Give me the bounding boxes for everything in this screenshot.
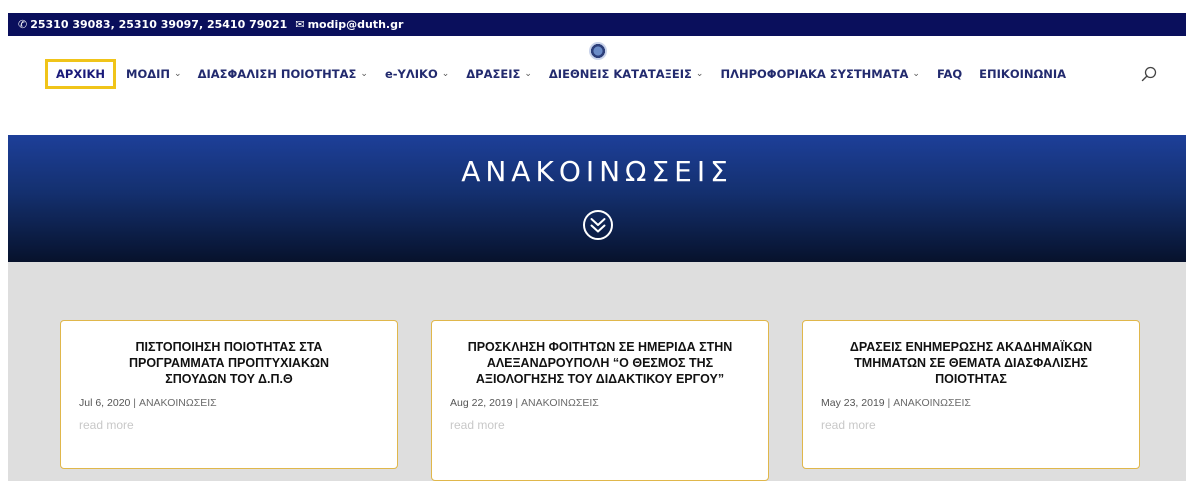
- nav-item-label: ΔΙΕΘΝΕΙΣ ΚΑΤΑΤΑΞΕΙΣ: [548, 67, 692, 81]
- nav-item-label: ΜΟΔΙΠ: [126, 67, 171, 81]
- chevron-down-icon: ⌄: [360, 69, 368, 79]
- post-title[interactable]: ΠΡΟΣΚΛΗΣΗ ΦΟΙΤΗΤΩΝ ΣΕ ΗΜΕΡΙΔΑ ΣΤΗΝ ΑΛΕΞΑ…: [450, 337, 750, 387]
- envelope-icon: ✉: [295, 18, 305, 31]
- search-icon[interactable]: [1141, 66, 1157, 82]
- read-more-link[interactable]: read more: [79, 418, 379, 432]
- nav-item-faq[interactable]: FAQ: [937, 67, 962, 81]
- nav-item-e-material[interactable]: e-ΥΛΙΚΟ ⌄: [385, 67, 449, 81]
- main-navigation: ΑΡΧΙΚΗ ΜΟΔΙΠ ⌄ ΔΙΑΣΦΑΛΙΣΗ ΠΟΙΟΤΗΤΑΣ ⌄ e-…: [8, 36, 1186, 135]
- post-date: Jul 6, 2020: [79, 397, 131, 409]
- nav-menu: ΑΡΧΙΚΗ ΜΟΔΙΠ ⌄ ΔΙΑΣΦΑΛΙΣΗ ΠΟΙΟΤΗΤΑΣ ⌄ e-…: [45, 59, 1066, 89]
- nav-item-international-rankings[interactable]: ΔΙΕΘΝΕΙΣ ΚΑΤΑΤΑΞΕΙΣ ⌄: [549, 67, 704, 81]
- nav-item-label: FAQ: [936, 67, 963, 81]
- post-card[interactable]: ΠΡΟΣΚΛΗΣΗ ΦΟΙΤΗΤΩΝ ΣΕ ΗΜΕΡΙΔΑ ΣΤΗΝ ΑΛΕΞΑ…: [431, 320, 769, 481]
- meta-separator: |: [130, 397, 139, 409]
- posts-section: ΠΙΣΤΟΠΟΙΗΣΗ ΠΟΙΟΤΗΤΑΣ ΣΤΑ ΠΡΟΓΡΑΜΜΑΤΑ ΠΡ…: [8, 262, 1186, 481]
- post-meta: Aug 22, 2019 | ΑΝΑΚΟΙΝΩΣΕΙΣ: [450, 397, 750, 409]
- post-title[interactable]: ΔΡΑΣΕΙΣ ΕΝΗΜΕΡΩΣΗΣ ΑΚΑΔΗΜΑΪΚΩΝ ΤΜΗΜΑΤΩΝ …: [821, 337, 1121, 387]
- chevron-down-icon: ⌄: [524, 69, 532, 79]
- nav-item-home[interactable]: ΑΡΧΙΚΗ: [45, 59, 117, 89]
- chevron-down-icon: ⌄: [695, 69, 704, 79]
- post-card[interactable]: ΔΡΑΣΕΙΣ ΕΝΗΜΕΡΩΣΗΣ ΑΚΑΔΗΜΑΪΚΩΝ ΤΜΗΜΑΤΩΝ …: [802, 320, 1140, 469]
- post-card[interactable]: ΠΙΣΤΟΠΟΙΗΣΗ ΠΟΙΟΤΗΤΑΣ ΣΤΑ ΠΡΟΓΡΑΜΜΑΤΑ ΠΡ…: [60, 320, 398, 469]
- post-category[interactable]: ΑΝΑΚΟΙΝΩΣΕΙΣ: [893, 397, 971, 409]
- phone-numbers: 25310 39083, 25310 39097, 25410 79021: [30, 18, 288, 31]
- page-title: ΑΝΑΚΟΙΝΩΣΕΙΣ: [461, 155, 733, 188]
- post-category[interactable]: ΑΝΑΚΟΙΝΩΣΕΙΣ: [521, 397, 599, 409]
- double-chevron-down-circle-icon[interactable]: [582, 209, 614, 241]
- nav-item-label: ΠΛΗΡΟΦΟΡΙΑΚΑ ΣΥΣΤΗΜΑΤΑ: [720, 67, 909, 81]
- nav-item-actions[interactable]: ΔΡΑΣΕΙΣ ⌄: [466, 67, 532, 81]
- email-address: modip@duth.gr: [307, 18, 404, 31]
- nav-item-label: ΔΙΑΣΦΑΛΙΣΗ ΠΟΙΟΤΗΤΑΣ: [197, 67, 357, 81]
- nav-item-label: e-ΥΛΙΚΟ: [384, 67, 438, 81]
- nav-item-label: ΑΡΧΙΚΗ: [56, 67, 106, 81]
- nav-item-label: ΔΡΑΣΕΙΣ: [466, 67, 521, 81]
- post-title[interactable]: ΠΙΣΤΟΠΟΙΗΣΗ ΠΟΙΟΤΗΤΑΣ ΣΤΑ ΠΡΟΓΡΑΜΜΑΤΑ ΠΡ…: [79, 337, 379, 387]
- post-date: May 23, 2019: [821, 397, 885, 409]
- phone-contact[interactable]: ✆ 25310 39083, 25310 39097, 25410 79021: [18, 18, 287, 31]
- post-meta: Jul 6, 2020 | ΑΝΑΚΟΙΝΩΣΕΙΣ: [79, 397, 379, 409]
- nav-item-information-systems[interactable]: ΠΛΗΡΟΦΟΡΙΑΚΑ ΣΥΣΤΗΜΑΤΑ ⌄: [720, 67, 919, 81]
- meta-separator: |: [512, 397, 522, 409]
- site-logo[interactable]: [589, 42, 607, 60]
- read-more-link[interactable]: read more: [821, 418, 1121, 432]
- phone-icon: ✆: [18, 18, 28, 31]
- chevron-down-icon: ⌄: [174, 69, 182, 79]
- read-more-link[interactable]: read more: [450, 418, 750, 432]
- hero-banner: ΑΝΑΚΟΙΝΩΣΕΙΣ: [8, 135, 1186, 262]
- post-meta: May 23, 2019 | ΑΝΑΚΟΙΝΩΣΕΙΣ: [821, 397, 1121, 409]
- email-contact[interactable]: ✉ modip@duth.gr: [295, 18, 403, 31]
- post-category[interactable]: ΑΝΑΚΟΙΝΩΣΕΙΣ: [139, 397, 217, 409]
- nav-item-contact[interactable]: ΕΠΙΚΟΙΝΩΝΙΑ: [979, 67, 1066, 81]
- nav-item-label: ΕΠΙΚΟΙΝΩΝΙΑ: [979, 67, 1067, 81]
- chevron-down-icon: ⌄: [912, 69, 920, 79]
- post-date: Aug 22, 2019: [450, 397, 513, 409]
- nav-item-modip[interactable]: ΜΟΔΙΠ ⌄: [126, 67, 182, 81]
- nav-item-quality-assurance[interactable]: ΔΙΑΣΦΑΛΙΣΗ ΠΟΙΟΤΗΤΑΣ ⌄: [198, 67, 368, 81]
- meta-separator: |: [884, 397, 894, 409]
- top-contact-bar: ✆ 25310 39083, 25310 39097, 25410 79021 …: [8, 13, 1186, 36]
- chevron-down-icon: ⌄: [441, 69, 450, 79]
